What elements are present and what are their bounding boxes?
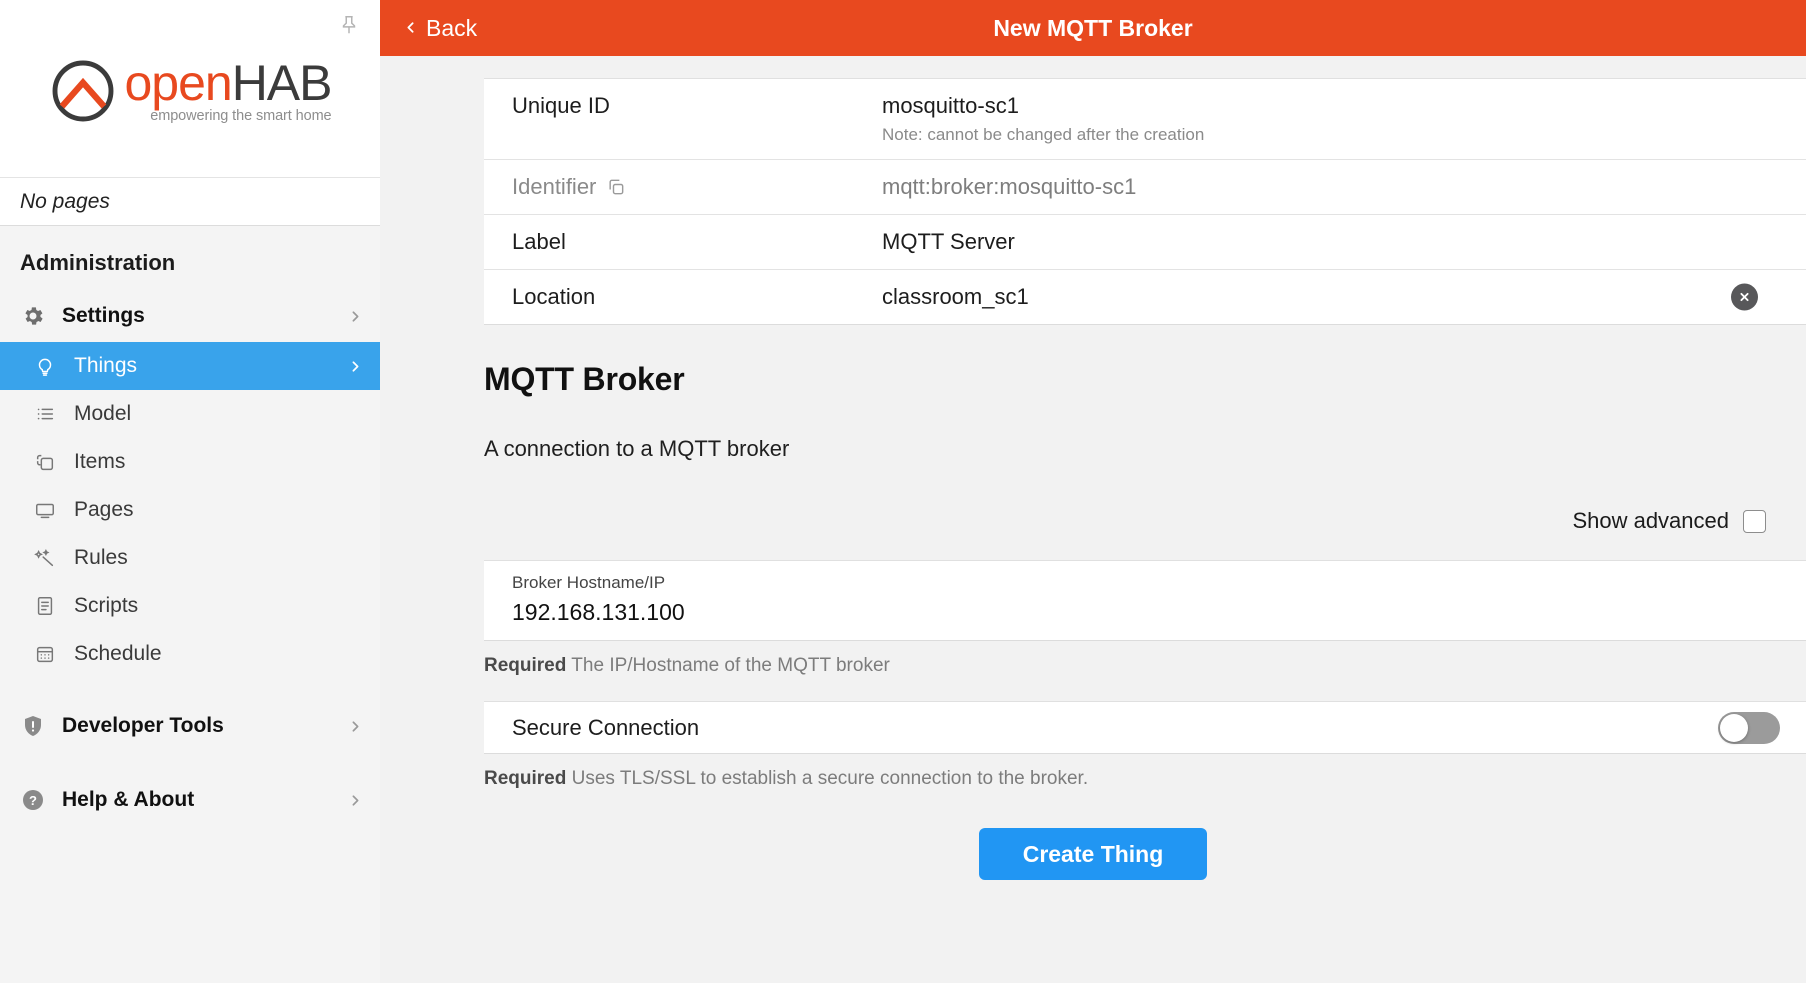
bulb-icon (30, 355, 60, 377)
sidebar-nav: Administration Settings Things Model Ite… (0, 226, 380, 983)
submit-area: Create Thing (380, 790, 1806, 880)
field-label: Unique ID (512, 93, 610, 118)
pin-icon[interactable] (336, 12, 362, 38)
top-bar: Back New MQTT Broker (380, 0, 1806, 56)
sidebar-item-label: Pages (74, 498, 134, 521)
calendar-icon (30, 643, 60, 665)
required-badge: Required (484, 768, 567, 789)
sidebar-item-label: Settings (62, 304, 145, 327)
sidebar-item-label: Things (74, 354, 138, 377)
svg-text:?: ? (29, 793, 37, 808)
sidebar-item-schedule[interactable]: Schedule (0, 630, 380, 678)
secure-connection-row[interactable]: Secure Connection (484, 701, 1806, 754)
logo-tagline: empowering the smart home (150, 107, 332, 124)
field-value-group: mosquitto-sc1 Note: cannot be changed af… (882, 79, 1806, 159)
list-icon (30, 403, 60, 425)
secure-connection-helper: Required Uses TLS/SSL to establish a sec… (380, 754, 1806, 790)
secure-connection-label: Secure Connection (512, 714, 700, 740)
helper-text: The IP/Hostname of the MQTT broker (571, 655, 890, 676)
field-row-unique-id[interactable]: Unique ID mosquitto-sc1 Note: cannot be … (484, 79, 1806, 159)
sidebar-item-rules[interactable]: Rules (0, 534, 380, 582)
thing-type-title: MQTT Broker (484, 361, 685, 397)
field-value-group: MQTT Server (882, 215, 1806, 269)
secure-connection-toggle[interactable] (1718, 711, 1780, 744)
chevron-right-icon (347, 718, 364, 735)
sidebar-item-label: Schedule (74, 642, 162, 665)
helper-text: Uses TLS/SSL to establish a secure conne… (571, 768, 1089, 789)
field-label: Label (512, 229, 566, 254)
sidebar-item-items[interactable]: Items (0, 438, 380, 486)
thing-identity-card: Unique ID mosquitto-sc1 Note: cannot be … (484, 78, 1806, 325)
document-icon (30, 595, 60, 617)
sidebar-item-settings[interactable]: Settings (0, 290, 380, 342)
sidebar-section-title: Administration (20, 250, 176, 275)
logo-text-hab: HAB (231, 54, 333, 111)
toggle-knob (1720, 713, 1748, 742)
field-label: Identifier (512, 174, 597, 199)
sidebar-item-model[interactable]: Model (0, 390, 380, 438)
create-thing-button[interactable]: Create Thing (978, 828, 1208, 880)
required-badge: Required (484, 655, 567, 676)
sidebar-item-developer-tools[interactable]: Developer Tools (0, 700, 380, 752)
sidebar-item-pages[interactable]: Pages (0, 486, 380, 534)
wand-icon (30, 547, 60, 569)
broker-hostname-label: Broker Hostname/IP (512, 573, 666, 592)
back-button-label: Back (426, 14, 478, 41)
field-label-group: Identifier (512, 160, 882, 214)
field-row-label[interactable]: Label MQTT Server (484, 214, 1806, 269)
field-value-group: classroom_sc1 (882, 270, 1806, 324)
copy-icon[interactable] (606, 177, 626, 197)
field-value-group: mqtt:broker:mosquitto-sc1 (882, 160, 1806, 214)
sidebar-item-label: Items (74, 450, 126, 473)
page-title: New MQTT Broker (993, 14, 1193, 41)
sidebar-item-scripts[interactable]: Scripts (0, 582, 380, 630)
openhab-logo: openHAB empowering the smart home (48, 54, 333, 126)
main-panel: Back New MQTT Broker Unique ID mosquitto… (380, 0, 1806, 983)
show-advanced-label: Show advanced (1572, 508, 1729, 533)
field-value: MQTT Server (882, 229, 1015, 254)
back-button[interactable]: Back (380, 15, 477, 42)
logo-text-open: open (124, 54, 232, 111)
monitor-icon (30, 499, 60, 521)
chevron-left-icon (402, 15, 419, 42)
app-root: openHAB empowering the smart home No pag… (0, 0, 1806, 983)
no-pages-label: No pages (20, 189, 110, 213)
broker-hostname-helper: Required The IP/Hostname of the MQTT bro… (380, 641, 1806, 677)
logo-panel: openHAB empowering the smart home (0, 0, 380, 178)
field-value: mosquitto-sc1 (882, 93, 1019, 118)
sidebar-item-things[interactable]: Things (0, 342, 380, 390)
gear-icon (18, 304, 48, 328)
sidebar-item-label: Rules (74, 546, 128, 569)
no-pages-panel: No pages (0, 178, 380, 226)
show-advanced-row[interactable]: Show advanced (380, 462, 1806, 534)
thing-type-block: MQTT Broker A connection to a MQTT broke… (380, 325, 1806, 462)
broker-hostname-input[interactable]: 192.168.131.100 (512, 599, 1778, 626)
broker-hostname-field[interactable]: Broker Hostname/IP 192.168.131.100 (484, 560, 1806, 641)
openhab-logo-mark (53, 60, 114, 121)
field-value: classroom_sc1 (882, 284, 1029, 309)
chevron-right-icon (347, 308, 364, 325)
chevron-right-icon (347, 358, 364, 375)
field-row-identifier[interactable]: Identifier mqtt:broker:mosquitto-sc1 (484, 159, 1806, 214)
sidebar-item-label: Help & About (62, 788, 195, 811)
sidebar-item-label: Scripts (74, 594, 139, 617)
field-row-location[interactable]: Location classroom_sc1 (484, 269, 1806, 324)
field-note: Note: cannot be changed after the creati… (882, 125, 1205, 144)
field-value: mqtt:broker:mosquitto-sc1 (882, 174, 1137, 199)
content-area: Unique ID mosquitto-sc1 Note: cannot be … (380, 56, 1806, 983)
chevron-right-icon (347, 792, 364, 809)
sidebar-item-label: Developer Tools (62, 714, 224, 737)
shield-icon (18, 714, 48, 738)
question-icon: ? (18, 788, 48, 812)
field-label: Location (512, 284, 596, 309)
layers-icon (30, 451, 60, 473)
show-advanced-checkbox[interactable] (1743, 509, 1766, 533)
sidebar-item-label: Model (74, 402, 132, 425)
sidebar: openHAB empowering the smart home No pag… (0, 0, 380, 983)
clear-location-button[interactable] (1731, 283, 1758, 311)
sidebar-item-help-about[interactable]: ? Help & About (0, 774, 380, 826)
thing-type-description: A connection to a MQTT broker (484, 436, 790, 461)
